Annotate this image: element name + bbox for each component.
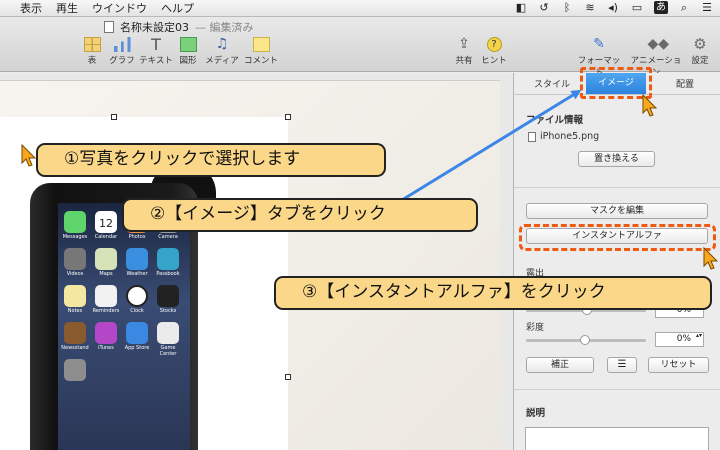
pointer-cursor-icon [642,93,658,117]
battery-icon[interactable]: ▭ [629,1,645,14]
menu-item-play[interactable]: 再生 [56,0,78,16]
tab-arrange[interactable]: 配置 [676,77,694,90]
edit-mask-button[interactable]: マスクを編集 [526,203,708,219]
saturation-label: 彩度 [526,323,545,333]
app-label: Weather [126,271,148,277]
settings-app-icon [64,359,86,381]
app-label: Camera [158,234,178,240]
paintbrush-icon: ✎ [593,36,605,52]
app-label: Photos [128,234,146,240]
enhance-button[interactable]: 補正 [526,357,594,373]
sliders-icon: ☰ [617,359,627,370]
app-label: Newsstand [61,345,89,351]
app-icon [95,322,117,344]
clock-icon [126,285,148,307]
pointer-cursor-icon [21,143,37,167]
divider [514,389,720,390]
app-icon [157,322,179,344]
app-label: Game Center [159,345,177,357]
calendar-icon: 12 [95,211,117,233]
divider [514,187,720,188]
app-label: App Store [124,345,150,351]
table-icon [83,37,101,52]
app-label: Clock [130,308,144,314]
app-label: Calendar [94,234,118,240]
menu-item-view[interactable]: 表示 [20,0,42,16]
file-name-row: iPhone5.png [528,131,599,142]
callout-step3: ③【インスタントアルファ】をクリック [274,276,712,310]
app-icon [157,248,179,270]
media-button[interactable]: ♫ メディア [202,36,242,67]
app-icon [64,248,86,270]
app-icon [126,248,148,270]
reset-button[interactable]: リセット [648,357,709,373]
iphone-screen: 12 Messages Calendar Photos Camera Video… [58,203,190,450]
wifi-icon[interactable]: ≋ [583,1,597,14]
comment-button[interactable]: コメント [241,37,281,66]
history-icon[interactable]: ↺ [537,1,551,14]
description-field[interactable] [525,427,709,450]
chart-icon [113,37,131,52]
file-info-title: ファイル情報 [526,115,584,126]
menu-bar: 表示 再生 ウインドウ ヘルプ ◧ ↺ ᛒ ≋ ◂) ▭ あ ⌕ ☰ [0,0,720,17]
toolbar: 名称未設定03 — 編集済み 表 グラフ T テキスト 図形 ♫ メディア コメント… [0,17,720,78]
saturation-slider-knob[interactable] [580,335,590,345]
hint-button[interactable]: ? ヒント [474,37,514,66]
file-name: iPhone5.png [540,131,600,142]
tab-style[interactable]: スタイル [534,77,570,90]
app-label: Passbook [156,271,180,277]
media-icon: ♫ [215,36,229,52]
description-title: 説明 [526,408,546,419]
time-machine-icon[interactable]: ◧ [514,1,528,14]
selection-handle[interactable] [111,114,117,120]
app-icon [64,285,86,307]
app-label: Stocks [159,308,177,314]
callout-step2: ②【イメージ】タブをクリック [122,198,478,232]
app-label: Reminders [92,308,120,314]
app-label: Notes [67,308,83,314]
hint-icon: ? [486,37,502,52]
app-icon [157,285,179,307]
app-label: iTunes [98,345,114,351]
app-label: Messages [62,234,88,240]
text-icon: T [151,35,161,54]
instant-alpha-highlight [519,224,716,251]
status-area: ◧ ↺ ᛒ ≋ ◂) ▭ あ ⌕ ☰ [514,1,714,14]
app-icon [64,211,86,233]
volume-icon[interactable]: ◂) [606,1,620,14]
saturation-value[interactable]: 0% [655,332,704,347]
app-icon [95,248,117,270]
animation-icon: ◆◆ [647,36,670,52]
share-icon: ⇪ [458,36,470,52]
app-icon [126,322,148,344]
levels-button[interactable]: ☰ [607,357,637,373]
menu-item-window[interactable]: ウインドウ [92,0,147,16]
shape-icon [179,37,197,52]
app-icon [95,285,117,307]
document-icon [104,21,114,33]
window-title: 名称未設定03 — 編集済み [104,19,254,35]
comment-icon [252,37,270,52]
settings-button[interactable]: ⚙ 設定 [680,35,720,67]
selection-handle[interactable] [285,374,291,380]
bluetooth-icon[interactable]: ᛒ [560,1,574,14]
menu-item-help[interactable]: ヘルプ [161,0,194,16]
file-icon [528,131,536,142]
pointer-cursor-icon [703,246,719,270]
gear-icon: ⚙ [693,35,707,53]
document-status: — 編集済み [195,21,254,34]
document-name: 名称未設定03 [120,21,189,34]
callout-step1: ①写真をクリックで選択します [36,143,386,177]
app-label: Maps [99,271,113,277]
list-icon[interactable]: ☰ [700,1,714,14]
app-icon [64,322,86,344]
replace-button[interactable]: 置き換える [578,151,655,167]
selection-handle[interactable] [285,114,291,120]
search-icon[interactable]: ⌕ [677,1,691,14]
app-label: Videos [66,271,84,277]
ime-icon[interactable]: あ [654,1,668,14]
format-inspector: スタイル イメージ 配置 ファイル情報 iPhone5.png 置き換える マス… [513,67,720,450]
